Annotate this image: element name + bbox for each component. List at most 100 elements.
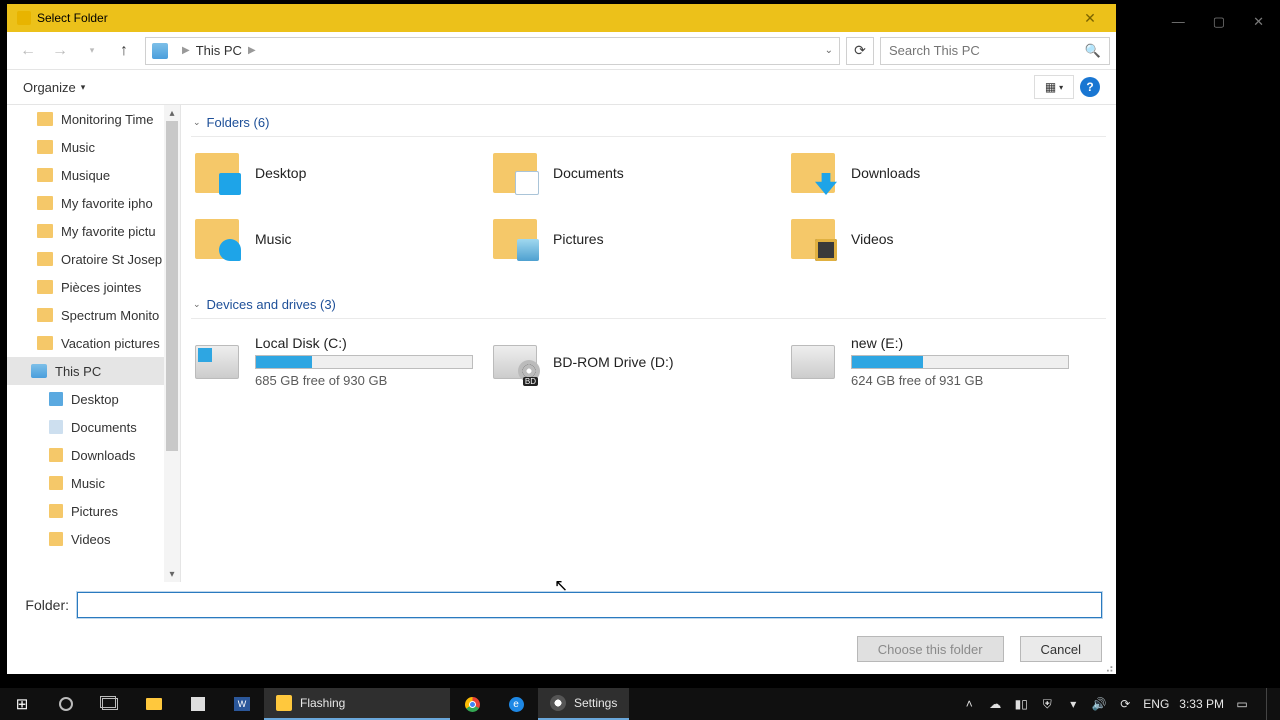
refresh-button[interactable]: ⟳ [846, 37, 874, 65]
search-box[interactable]: 🔍 [880, 37, 1110, 65]
tray-overflow-icon[interactable]: ˄ [961, 697, 977, 711]
folder-item[interactable]: Videos [787, 215, 1085, 263]
toolbar: Organize ▾ ▦ ▾ ? [7, 70, 1116, 104]
content-pane[interactable]: ⌄ Folders (6) DesktopDocuments Downloads M… [181, 105, 1116, 582]
cortana-button[interactable] [44, 688, 88, 720]
edge-pin[interactable]: e [494, 688, 538, 720]
tree-item[interactable]: Music [7, 469, 180, 497]
volume-icon[interactable]: 🔊 [1091, 697, 1107, 711]
drive-item[interactable]: Local Disk (C:)685 GB free of 930 GB [191, 331, 489, 392]
tree-item-this-pc[interactable]: This PC [7, 357, 180, 385]
folder-item[interactable]: Documents [489, 149, 787, 197]
show-desktop-button[interactable] [1266, 688, 1272, 720]
breadcrumb-location[interactable]: This PC [196, 43, 242, 58]
folder-input[interactable] [77, 592, 1102, 618]
tree-item[interactable]: Pièces jointes [7, 273, 180, 301]
tree-item[interactable]: Spectrum Monito [7, 301, 180, 329]
usage-bar [255, 355, 473, 369]
task-flashing[interactable]: Flashing [264, 688, 450, 720]
address-dropdown-icon[interactable]: ⌄ [825, 45, 833, 56]
cancel-button[interactable]: Cancel [1020, 636, 1102, 662]
clock[interactable]: 3:33 PM [1179, 697, 1224, 711]
folder-item[interactable]: Downloads [787, 149, 1085, 197]
defender-icon[interactable]: ⛨ [1039, 697, 1055, 711]
taskbar[interactable]: ⊞ W Flashing e Settings ˄ ☁ ▮▯ ⛨ ▾ 🔊 ⟳ E… [0, 688, 1280, 720]
tree-item[interactable]: Desktop [7, 385, 180, 413]
store-pin[interactable] [176, 688, 220, 720]
tree-item[interactable]: Downloads [7, 441, 180, 469]
drive-name: BD-ROM Drive (D:) [553, 354, 783, 370]
folder-item[interactable]: Pictures [489, 215, 787, 263]
group-folders-header[interactable]: ⌄ Folders (6) [191, 109, 1106, 137]
minimize-icon[interactable]: — [1172, 14, 1185, 30]
tree-item[interactable]: Monitoring Time [7, 105, 180, 133]
window-title: Select Folder [37, 11, 108, 25]
nav-forward-button[interactable]: → [45, 37, 75, 65]
network-icon[interactable]: ▾ [1065, 697, 1081, 711]
tree-item[interactable]: Documents [7, 413, 180, 441]
address-bar[interactable]: ▶ This PC ▶ ⌄ [145, 37, 840, 65]
nav-recent-dropdown[interactable]: ▾ [77, 37, 107, 65]
chevron-down-icon: ⌄ [193, 299, 201, 310]
nav-up-button[interactable]: ↑ [109, 37, 139, 65]
file-explorer-pin[interactable] [132, 688, 176, 720]
task-view-button[interactable] [88, 688, 132, 720]
scroll-up-button[interactable]: ▴ [164, 105, 180, 121]
usage-bar [851, 355, 1069, 369]
sync-icon[interactable]: ⟳ [1117, 697, 1133, 711]
language-indicator[interactable]: ENG [1143, 697, 1169, 711]
folder-item[interactable]: Desktop [191, 149, 489, 197]
group-drives-header[interactable]: ⌄ Devices and drives (3) [191, 291, 1106, 319]
tree-item[interactable]: Vacation pictures [7, 329, 180, 357]
resize-grip-icon[interactable]: ⣠ [1105, 658, 1114, 672]
task-settings[interactable]: Settings [538, 688, 629, 720]
folder-item[interactable]: Music [191, 215, 489, 263]
search-icon[interactable]: 🔍 [1085, 43, 1101, 59]
drive-icon [195, 345, 239, 379]
folder-icon [493, 219, 537, 259]
drive-item[interactable]: new (E:)624 GB free of 931 GB [787, 331, 1085, 392]
nav-tree[interactable]: ▴ ▾ Monitoring TimeMusicMusiqueMy favori… [7, 105, 181, 582]
start-button[interactable]: ⊞ [0, 688, 44, 720]
folder-icon [37, 308, 53, 322]
nav-back-button[interactable]: ← [13, 37, 43, 65]
folder-icon [37, 224, 53, 238]
close-button[interactable]: ✕ [1070, 10, 1110, 27]
system-tray[interactable]: ˄ ☁ ▮▯ ⛨ ▾ 🔊 ⟳ ENG 3:33 PM ▭ [961, 688, 1280, 720]
help-button[interactable]: ? [1080, 77, 1100, 97]
tree-item[interactable]: Music [7, 133, 180, 161]
drive-item[interactable]: BD-ROM Drive (D:) [489, 331, 787, 392]
tree-item[interactable]: Musique [7, 161, 180, 189]
tree-item[interactable]: Pictures [7, 497, 180, 525]
battery-icon[interactable]: ▮▯ [1013, 697, 1029, 711]
chevron-down-icon: ⌄ [193, 117, 201, 128]
tree-item[interactable]: My favorite ipho [7, 189, 180, 217]
tree-item[interactable]: Videos [7, 525, 180, 553]
tree-item[interactable]: Oratoire St Josep [7, 245, 180, 273]
scroll-down-button[interactable]: ▾ [164, 566, 180, 582]
chrome-pin[interactable] [450, 688, 494, 720]
onedrive-icon[interactable]: ☁ [987, 697, 1003, 711]
close-icon[interactable]: ✕ [1253, 14, 1264, 30]
dialog-footer: Folder: Choose this folder Cancel ⣠ [7, 582, 1116, 674]
app-icon [17, 11, 31, 25]
folder-name: Downloads [851, 165, 1081, 181]
organize-menu[interactable]: Organize ▾ [23, 80, 85, 95]
tree-item[interactable]: My favorite pictu [7, 217, 180, 245]
word-pin[interactable]: W [220, 688, 264, 720]
search-input[interactable] [889, 43, 1085, 58]
folder-icon [37, 336, 53, 350]
maximize-icon[interactable]: ▢ [1213, 14, 1225, 30]
folder-icon [37, 140, 53, 154]
titlebar[interactable]: Select Folder ✕ [7, 4, 1116, 32]
choose-folder-button[interactable]: Choose this folder [857, 636, 1004, 662]
notifications-icon[interactable]: ▭ [1234, 697, 1250, 711]
scrollbar-thumb[interactable] [166, 121, 178, 451]
drive-free-text: 624 GB free of 931 GB [851, 373, 1081, 388]
folder-field-label: Folder: [21, 597, 69, 613]
view-mode-button[interactable]: ▦ ▾ [1034, 75, 1074, 99]
drive-free-text: 685 GB free of 930 GB [255, 373, 485, 388]
nav-row: ← → ▾ ↑ ▶ This PC ▶ ⌄ ⟳ 🔍 [7, 32, 1116, 70]
folder-icon [791, 219, 835, 259]
drive-icon [493, 345, 537, 379]
